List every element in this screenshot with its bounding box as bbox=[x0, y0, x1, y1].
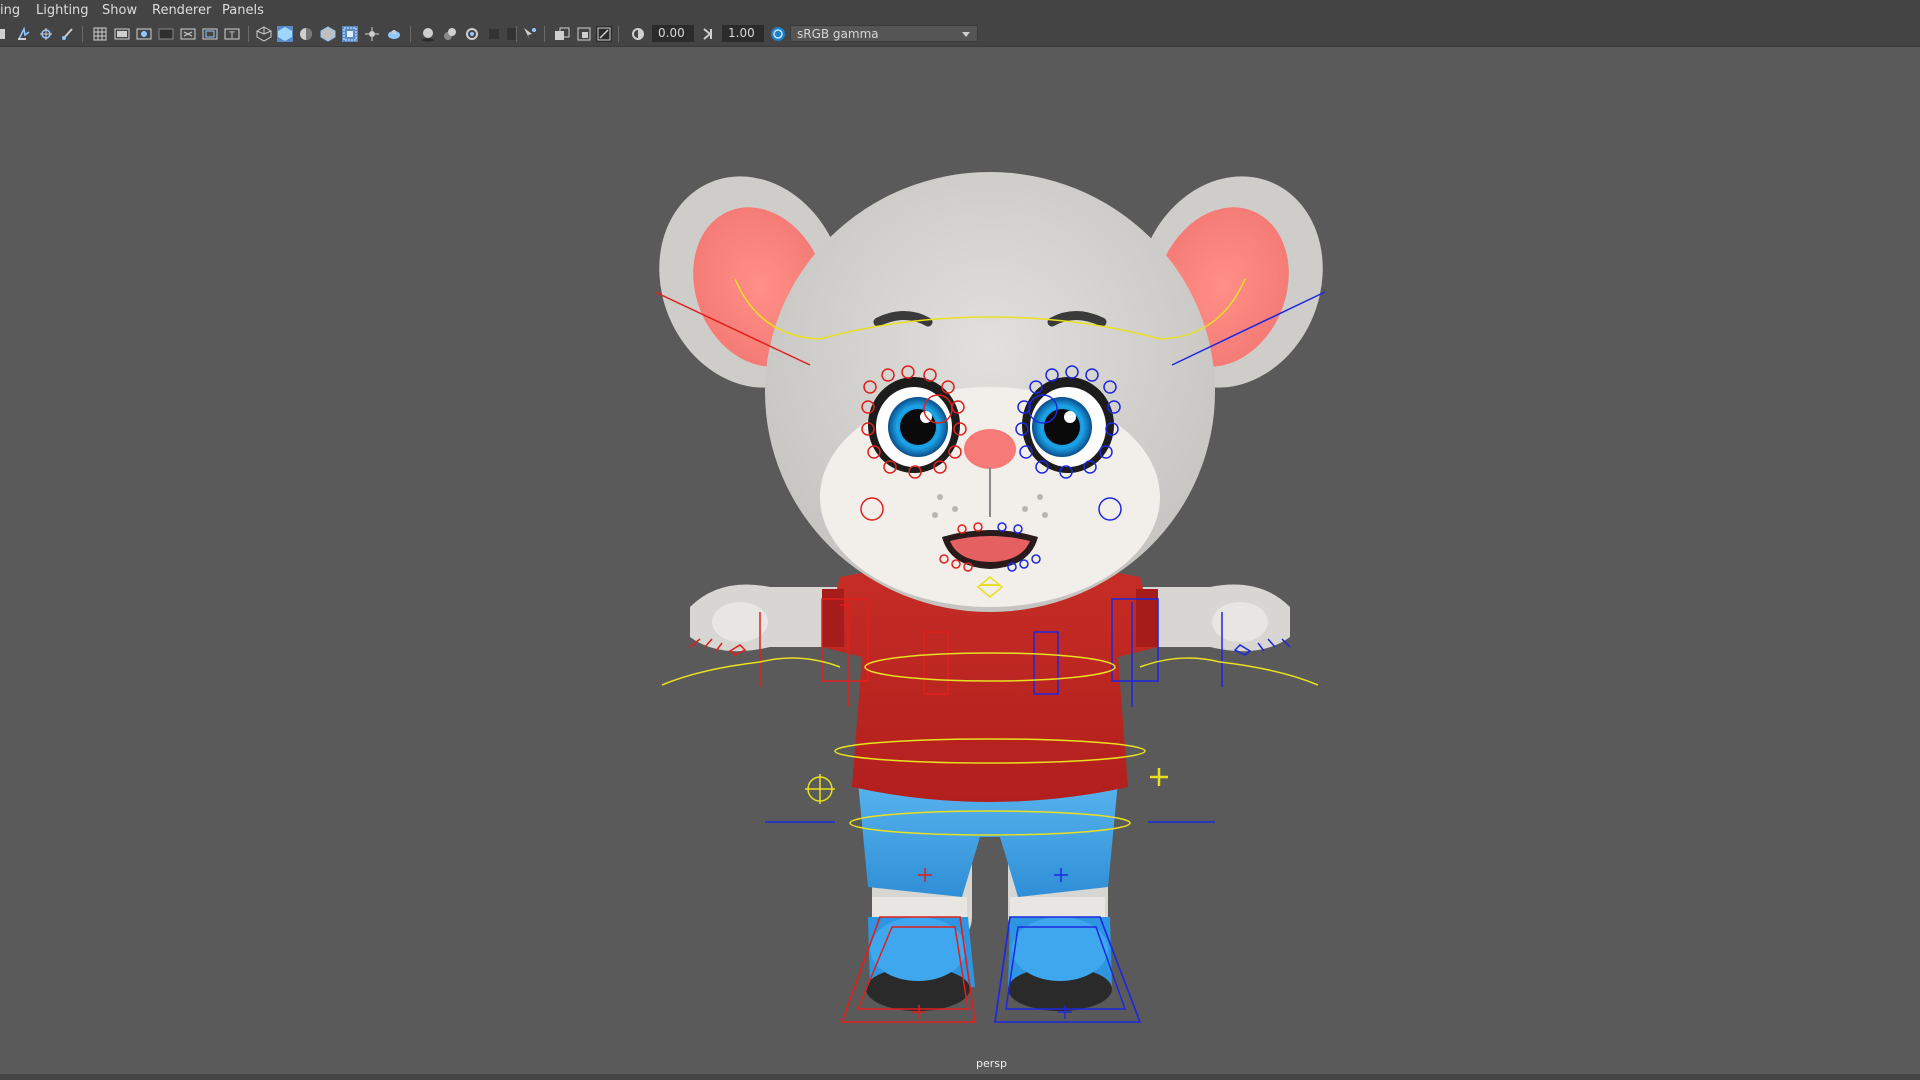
toolbar-separator bbox=[410, 26, 411, 42]
camera-attributes-icon[interactable] bbox=[16, 26, 32, 42]
menu-lighting[interactable]: Lighting bbox=[36, 4, 89, 18]
nose bbox=[964, 429, 1016, 469]
film-gate-icon[interactable] bbox=[114, 26, 130, 42]
svg-text:T: T bbox=[228, 31, 235, 41]
camera-name-label: persp bbox=[976, 1057, 1007, 1070]
exposure-icon[interactable] bbox=[630, 26, 646, 42]
screen-space-ao-icon[interactable] bbox=[442, 26, 458, 42]
toolbar-separator bbox=[544, 26, 545, 42]
gamma-field[interactable]: 1.00 bbox=[722, 25, 764, 42]
color-space-select[interactable]: sRGB gamma bbox=[790, 25, 978, 42]
image-plane-icon[interactable] bbox=[60, 26, 76, 42]
wireframe-on-shaded-icon[interactable] bbox=[320, 26, 336, 42]
select-camera-icon[interactable] bbox=[0, 26, 16, 42]
viewport-canvas[interactable] bbox=[0, 47, 1920, 1074]
wireframe-icon[interactable] bbox=[256, 26, 272, 42]
smooth-shade-icon[interactable] bbox=[277, 26, 293, 42]
exposure-field[interactable]: 0.00 bbox=[652, 25, 694, 42]
toolbar-separator bbox=[248, 26, 249, 42]
xray-icon[interactable] bbox=[342, 26, 358, 42]
menu-show[interactable]: Show bbox=[102, 4, 137, 18]
chevron-down-icon[interactable] bbox=[958, 26, 974, 42]
xray-joints-icon[interactable] bbox=[364, 26, 380, 42]
toolbar-separator bbox=[618, 26, 619, 42]
gate-mask-icon[interactable] bbox=[158, 26, 174, 42]
color-space-label: sRGB gamma bbox=[797, 27, 879, 41]
toolbar-separator bbox=[82, 26, 83, 42]
left-eye bbox=[868, 377, 960, 473]
shadows-icon[interactable] bbox=[420, 26, 436, 42]
viewport-bottom-border bbox=[0, 1074, 1920, 1080]
head bbox=[765, 172, 1215, 612]
high-quality-icon[interactable] bbox=[596, 26, 612, 42]
panel-toolbar: T 0.00 1.00 sRGB gamma bbox=[0, 22, 1920, 47]
resolution-gate-icon[interactable] bbox=[136, 26, 152, 42]
anti-aliasing-icon[interactable] bbox=[486, 26, 502, 42]
backface-culling-icon[interactable] bbox=[576, 26, 592, 42]
toolbar-separator bbox=[516, 26, 517, 42]
safe-title-icon[interactable]: T bbox=[224, 26, 240, 42]
menu-renderer[interactable]: Renderer bbox=[152, 4, 211, 18]
isolate-select-icon[interactable] bbox=[522, 26, 538, 42]
menu-panels[interactable]: Panels bbox=[222, 4, 264, 18]
textured-icon[interactable] bbox=[554, 26, 570, 42]
grid-icon[interactable] bbox=[92, 26, 108, 42]
default-material-icon[interactable] bbox=[298, 26, 314, 42]
color-management-icon[interactable] bbox=[770, 26, 786, 42]
depth-of-field-icon[interactable] bbox=[504, 26, 520, 42]
menu-shading[interactable]: ing bbox=[0, 4, 20, 18]
panel-menubar: ing Lighting Show Renderer Panels bbox=[0, 0, 1920, 22]
left-shoe bbox=[866, 917, 975, 1011]
gamma-icon[interactable] bbox=[700, 26, 716, 42]
viewport-3d[interactable] bbox=[0, 47, 1920, 1074]
motion-blur-icon[interactable] bbox=[464, 26, 480, 42]
safe-action-icon[interactable] bbox=[202, 26, 218, 42]
use-all-lights-icon[interactable] bbox=[386, 26, 402, 42]
mouse-character[interactable] bbox=[628, 148, 1354, 1023]
bookmark-icon[interactable] bbox=[38, 26, 54, 42]
right-shoe bbox=[1008, 917, 1112, 1011]
right-eye bbox=[1022, 377, 1114, 473]
field-chart-icon[interactable] bbox=[180, 26, 196, 42]
